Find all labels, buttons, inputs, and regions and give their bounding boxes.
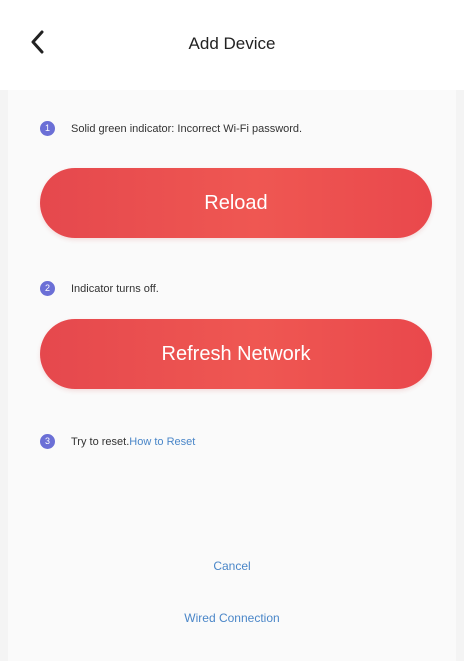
step-2: 2 Indicator turns off. (40, 281, 159, 296)
how-to-reset-link[interactable]: How to Reset (129, 436, 195, 448)
step-number-badge: 3 (40, 434, 55, 449)
refresh-network-button[interactable]: Refresh Network (40, 319, 432, 389)
step-number-badge: 2 (40, 281, 55, 296)
step-1: 1 Solid green indicator: Incorrect Wi-Fi… (40, 121, 302, 136)
cancel-link[interactable]: Cancel (0, 559, 464, 573)
step-text: Try to reset. (71, 435, 130, 448)
page-title: Add Device (188, 34, 276, 53)
step-number-badge: 1 (40, 121, 55, 136)
wired-connection-link[interactable]: Wired Connection (0, 611, 464, 625)
reload-button[interactable]: Reload (40, 168, 432, 238)
navigation-bar: Add Device (0, 0, 464, 90)
step-text: Solid green indicator: Incorrect Wi-Fi p… (71, 122, 303, 135)
step-text: Indicator turns off. (71, 282, 159, 295)
step-3: 3 Try to reset. How to Reset (40, 434, 195, 449)
